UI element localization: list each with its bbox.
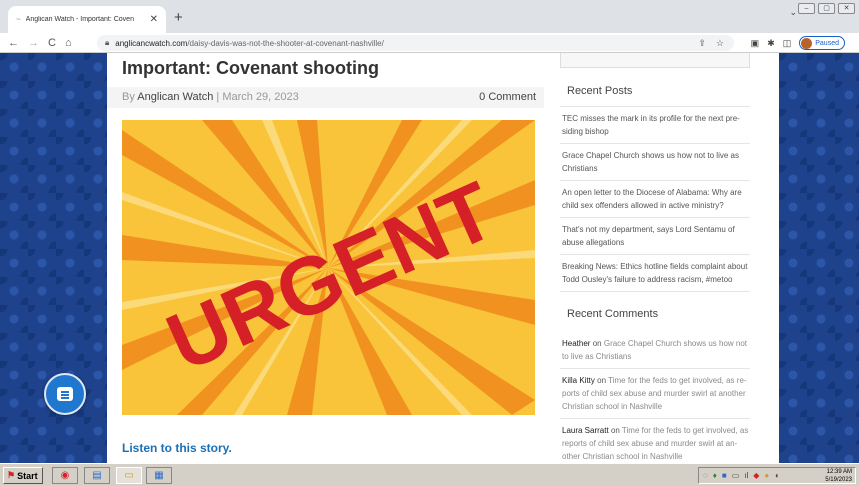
- recent-comment-item: Laura Sarratt on Time for the feds to ge…: [560, 419, 750, 463]
- recent-posts-list: TEC misses the mark in its profile for t…: [560, 106, 750, 292]
- comment-author: Killa Kitty: [562, 376, 595, 385]
- by-label: By: [122, 91, 135, 103]
- recent-posts-title: Recent Posts: [567, 85, 633, 97]
- background-pattern-right: [779, 53, 859, 463]
- sidebar: Recent Posts TEC misses the mark in its …: [560, 53, 750, 463]
- post-author[interactable]: Anglican Watch: [137, 91, 213, 103]
- recent-comment-item: Killa Kitty on Time for the feds to get …: [560, 369, 750, 419]
- browser-tab-bar: ~ Anglican Watch - Important: Coven ✕ + …: [0, 0, 859, 33]
- window-taskbar-icon[interactable]: ▦: [146, 467, 172, 484]
- search-widget[interactable]: [560, 53, 750, 68]
- back-button[interactable]: ←: [8, 37, 19, 49]
- chat-button[interactable]: [44, 373, 86, 415]
- post-meta: By Anglican Watch | March 29, 2023 0 Com…: [107, 87, 544, 108]
- address-bar[interactable]: 🔒︎ anglicancwatch.com/daisy-davis-was-no…: [97, 35, 734, 51]
- comment-post-link[interactable]: Grace Chapel Church shows us how not to …: [562, 339, 747, 361]
- comment-author: Laura Sarratt: [562, 426, 609, 435]
- featured-image: URGENT: [122, 120, 535, 415]
- chrome-taskbar-icon[interactable]: ◉: [52, 467, 78, 484]
- tab-close-icon[interactable]: ✕: [150, 14, 158, 25]
- reload-button[interactable]: C: [48, 37, 56, 49]
- post-title: Important: Covenant shooting: [122, 58, 379, 78]
- folder-taskbar-icon[interactable]: ▭: [116, 467, 142, 484]
- clock-time: 12:39 AM: [826, 469, 852, 475]
- chat-icon: [57, 387, 73, 401]
- avatar: [801, 37, 813, 49]
- tray-icon[interactable]: ■: [722, 471, 727, 480]
- extension-box-icon[interactable]: ▣: [751, 38, 760, 49]
- profile-button[interactable]: Paused: [799, 36, 845, 50]
- home-button[interactable]: ⌂: [65, 37, 72, 49]
- network-icon[interactable]: ıl: [744, 471, 748, 480]
- post-date: March 29, 2023: [222, 91, 299, 103]
- listen-link[interactable]: Listen to this story.: [122, 441, 232, 455]
- minimize-button[interactable]: –: [798, 3, 815, 14]
- comment-author: Heather: [562, 339, 591, 348]
- recent-post-item[interactable]: Grace Chapel Church shows us how not to …: [560, 144, 750, 181]
- comment-on: on: [610, 426, 620, 435]
- recent-comments-list: Heather on Grace Chapel Church shows us …: [560, 332, 750, 463]
- volume-icon[interactable]: ◖: [774, 471, 779, 480]
- tray-icon[interactable]: ◌: [703, 471, 708, 480]
- page-content: Important: Covenant shooting By Anglican…: [107, 53, 779, 463]
- star-icon[interactable]: ☆: [716, 38, 724, 49]
- browser-tab[interactable]: ~ Anglican Watch - Important: Coven ✕: [8, 6, 166, 33]
- profile-status: Paused: [815, 39, 839, 47]
- recent-comments-title: Recent Comments: [567, 308, 659, 320]
- tray-icon[interactable]: ●: [764, 471, 769, 480]
- recent-post-item[interactable]: An open letter to the Diocese of Alabama…: [560, 181, 750, 218]
- close-window-button[interactable]: ✕: [838, 3, 855, 14]
- tab-title: Anglican Watch - Important: Coven: [25, 16, 134, 23]
- tray-icon[interactable]: ◆: [753, 471, 759, 480]
- share-icon[interactable]: ⇪: [698, 38, 706, 49]
- recent-post-item[interactable]: Breaking News: Ethics hotline fields com…: [560, 255, 750, 292]
- taskbar: ⚑ Start ◉ ▤ ▭ ▦ ◌ ♦ ■ ▭ ıl ◆ ● ◖ 12:39 A…: [0, 463, 859, 486]
- recent-post-item[interactable]: That's not my department, says Lord Sent…: [560, 218, 750, 255]
- new-tab-button[interactable]: +: [174, 9, 183, 26]
- clock[interactable]: 12:39 AM 5/19/2023: [825, 468, 852, 484]
- meta-separator: |: [216, 91, 220, 103]
- maximize-button[interactable]: ▢: [818, 3, 835, 14]
- start-button[interactable]: ⚑ Start: [3, 467, 43, 484]
- browser-toolbar: ← → C ⌂ 🔒︎ anglicancwatch.com/daisy-davi…: [0, 33, 859, 53]
- url-path: /daisy-davis-was-not-the-shooter-at-cove…: [187, 38, 384, 48]
- browser-tools: ▣ ✱ ◫ Paused: [751, 36, 845, 50]
- forward-button[interactable]: →: [28, 37, 39, 49]
- tab-favicon-icon: ~: [16, 15, 21, 24]
- comment-on: on: [597, 376, 607, 385]
- comment-count[interactable]: 0 Comment: [479, 91, 536, 103]
- sidebar-icon[interactable]: ◫: [783, 38, 792, 49]
- system-tray: ◌ ♦ ■ ▭ ıl ◆ ● ◖ 12:39 AM 5/19/2023: [698, 467, 856, 484]
- windows-logo-icon: ⚑: [7, 470, 16, 480]
- tray-icon[interactable]: ▭: [732, 471, 740, 480]
- explorer-taskbar-icon[interactable]: ▤: [84, 467, 110, 484]
- window-controls: – ▢ ✕: [798, 3, 855, 14]
- urgent-illustration: URGENT: [122, 120, 535, 415]
- nav-buttons: ← → C ⌂: [0, 37, 100, 49]
- url-host: anglicancwatch.com: [115, 38, 188, 48]
- start-label: Start: [17, 470, 38, 481]
- lock-icon[interactable]: 🔒︎: [105, 38, 109, 48]
- clock-date: 5/19/2023: [825, 477, 852, 483]
- extension-icon[interactable]: ✱: [767, 38, 775, 49]
- tray-icon[interactable]: ♦: [713, 471, 717, 480]
- recent-post-item[interactable]: TEC misses the mark in its profile for t…: [560, 106, 750, 144]
- tab-search-chevron-icon[interactable]: ⌄: [789, 7, 797, 18]
- comment-on: on: [592, 339, 602, 348]
- recent-comment-item: Heather on Grace Chapel Church shows us …: [560, 332, 750, 369]
